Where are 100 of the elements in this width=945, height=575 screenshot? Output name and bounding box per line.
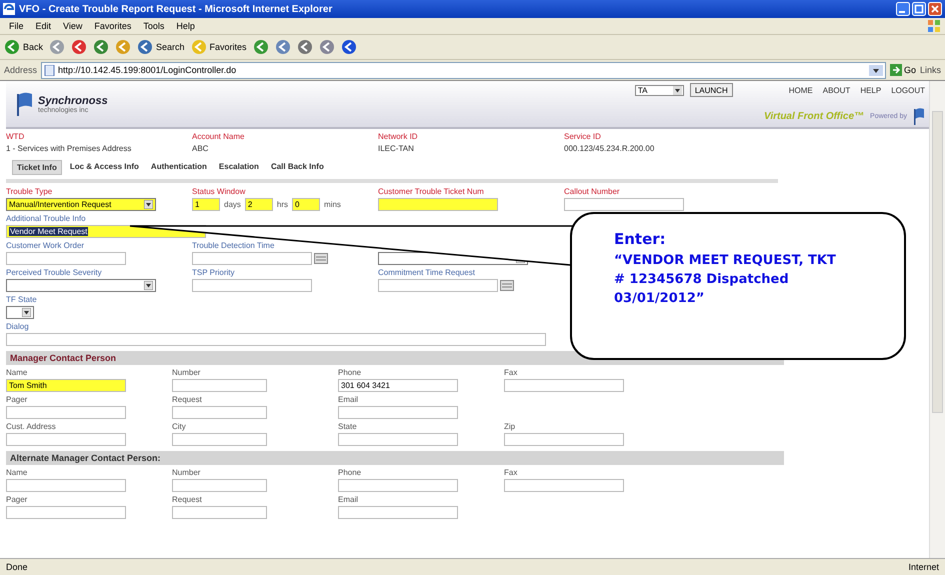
field-label: Trouble Type — [6, 187, 54, 197]
nav-link[interactable]: ABOUT — [822, 86, 850, 94]
field-value: 1 - Services with Premises Address — [6, 144, 132, 153]
input-field[interactable] — [338, 506, 458, 519]
browser-icon — [3, 3, 15, 15]
callout-heading: Enter: — [614, 230, 667, 248]
input-field[interactable]: 301 604 3421 — [338, 379, 458, 392]
field-label: TF State — [6, 295, 38, 305]
windows-logo-icon — [927, 19, 941, 33]
field-label: Request — [172, 395, 203, 405]
page-icon — [44, 64, 56, 76]
close-button[interactable] — [928, 2, 942, 16]
input-field[interactable] — [504, 479, 624, 492]
input-field[interactable]: 2 — [244, 198, 273, 211]
field-label: Perceived Trouble Severity — [6, 268, 103, 278]
tab[interactable]: Authentication — [146, 160, 211, 175]
input-field[interactable] — [564, 198, 684, 211]
input-field[interactable] — [504, 433, 624, 446]
field-label: Commitment Time Request — [378, 268, 476, 278]
select-field[interactable] — [6, 306, 34, 319]
field-value: ILEC-TAN — [378, 144, 415, 153]
input-field[interactable]: 1 — [192, 198, 220, 211]
input-field[interactable] — [6, 433, 126, 446]
field-label: Fax — [504, 368, 518, 378]
input-field[interactable]: Tom Smith — [6, 379, 126, 392]
field-label: Callout Number — [564, 187, 621, 197]
field-label: Dialog — [6, 322, 30, 332]
field-value: ABC — [192, 144, 210, 153]
field-label: Service ID — [564, 132, 602, 141]
field-label: Account Name — [192, 132, 246, 141]
input-field[interactable] — [338, 479, 458, 492]
go-button[interactable]: Go — [890, 64, 916, 76]
field-label: Network ID — [378, 132, 419, 141]
field-label: Number — [172, 468, 202, 478]
toolbar-button[interactable]: Search — [137, 39, 185, 55]
date-field[interactable] — [192, 252, 312, 265]
field-label: Customer Trouble Ticket Num — [378, 187, 485, 197]
field-label: Email — [338, 495, 360, 505]
tab[interactable]: Ticket Info — [12, 160, 62, 175]
selected-text: Vendor Meet Request — [9, 227, 88, 236]
field-label: State — [338, 422, 358, 432]
field-label: Cust. Address — [6, 422, 57, 432]
input-field[interactable] — [6, 333, 546, 346]
date-field[interactable] — [378, 279, 498, 292]
menu-item[interactable]: File — [4, 21, 29, 31]
menu-item[interactable]: Help — [171, 21, 200, 31]
input-field[interactable] — [338, 433, 458, 446]
select-field[interactable] — [6, 279, 156, 292]
input-field[interactable] — [172, 379, 267, 392]
maximize-button[interactable] — [912, 2, 926, 16]
minimize-button[interactable] — [896, 2, 910, 16]
field-label: Status Window — [192, 187, 246, 197]
menu-item[interactable]: Tools — [138, 21, 170, 31]
input-field[interactable] — [172, 406, 267, 419]
launch-button[interactable]: LAUNCH — [690, 83, 733, 97]
nav-link[interactable]: LOGOUT — [891, 86, 925, 94]
field-label: City — [172, 422, 187, 432]
menu-item[interactable]: Edit — [30, 21, 56, 31]
tab[interactable]: Call Back Info — [266, 160, 328, 175]
window-title: VFO - Create Trouble Report Request - Microsoft Internet Explorer — [19, 4, 334, 14]
tab[interactable]: Escalation — [214, 160, 263, 175]
security-zone: Internet — [908, 562, 939, 572]
status-text: Done — [6, 562, 28, 572]
input-field[interactable] — [504, 379, 624, 392]
nav-link[interactable]: HELP — [860, 86, 882, 94]
address-label: Address — [4, 65, 38, 75]
input-field[interactable] — [172, 433, 267, 446]
input-field[interactable] — [6, 406, 126, 419]
menu-item[interactable]: View — [58, 21, 88, 31]
links-button[interactable]: Links — [920, 65, 941, 75]
unit-label: mins — [324, 200, 341, 209]
input-field[interactable] — [6, 252, 126, 265]
input-field[interactable] — [378, 198, 498, 211]
back-icon — [4, 39, 20, 55]
input-field[interactable] — [6, 506, 126, 519]
address-field[interactable]: http://10.142.45.199:8001/LoginController.do — [41, 62, 886, 78]
flag-logo-icon — [16, 91, 34, 117]
calendar-icon[interactable] — [500, 280, 514, 291]
tab[interactable]: Loc & Access Info — [66, 160, 143, 175]
input-field[interactable] — [192, 279, 312, 292]
select-field[interactable]: Manual/Intervention Request — [6, 198, 156, 211]
field-label: Phone — [338, 468, 362, 478]
system-select[interactable]: TA — [634, 84, 684, 96]
calendar-icon[interactable] — [314, 253, 328, 264]
toolbar-button[interactable]: Favorites — [190, 39, 247, 55]
input-field[interactable] — [172, 479, 267, 492]
field-label: Additional Trouble Info — [6, 214, 87, 224]
field-label: Name — [6, 368, 28, 378]
nav-link[interactable]: HOME — [788, 86, 813, 94]
field-label: WTD — [6, 132, 26, 141]
input-field[interactable] — [172, 506, 267, 519]
field-label: Number — [172, 368, 202, 378]
scrollbar[interactable] — [929, 81, 945, 558]
menu-item[interactable]: Favorites — [89, 21, 136, 31]
input-field[interactable]: 0 — [292, 198, 320, 211]
unit-label: days — [224, 200, 241, 209]
toolbar-button[interactable]: Back — [4, 39, 44, 55]
product-name: Virtual Front Office™ — [764, 110, 864, 122]
input-field[interactable] — [6, 479, 126, 492]
input-field[interactable] — [338, 406, 458, 419]
